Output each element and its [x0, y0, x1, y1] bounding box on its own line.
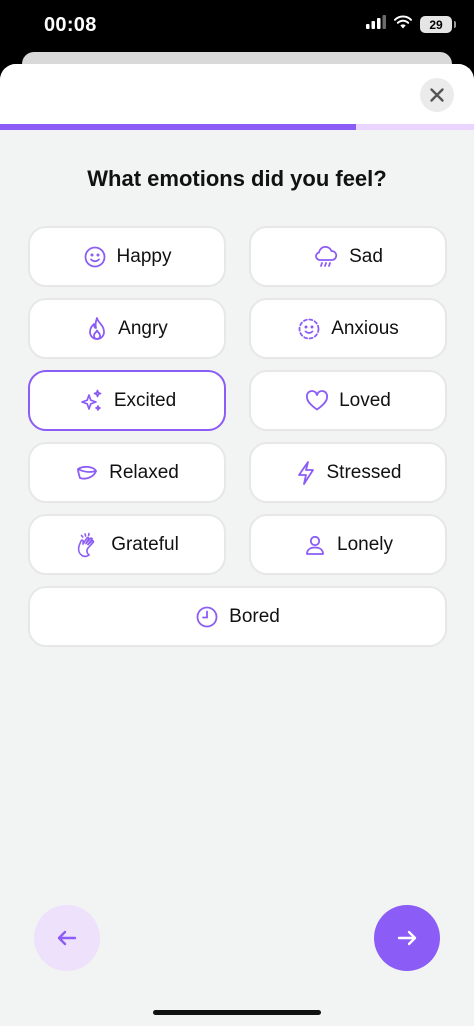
status-time: 00:08 [44, 14, 97, 36]
option-relaxed[interactable]: Relaxed [28, 442, 226, 503]
dashed-smile-icon [298, 318, 320, 339]
option-lonely[interactable]: Lonely [249, 514, 447, 575]
option-excited[interactable]: Excited [28, 370, 226, 431]
status-icons: 29 [366, 15, 456, 34]
option-label: Lonely [337, 533, 393, 555]
option-label: Happy [116, 245, 172, 267]
user-icon [306, 535, 324, 555]
option-label: Stressed [326, 461, 402, 483]
option-bored[interactable]: Bored [28, 586, 447, 647]
option-label: Loved [339, 389, 391, 411]
option-label: Bored [229, 605, 280, 627]
back-button[interactable] [34, 905, 100, 971]
status-bar: 00:08 29 [0, 0, 474, 52]
close-icon [430, 88, 444, 102]
battery-icon: 29 [420, 16, 456, 33]
option-angry[interactable]: Angry [28, 298, 226, 359]
option-stressed[interactable]: Stressed [249, 442, 447, 503]
smile-icon [84, 246, 105, 267]
option-happy[interactable]: Happy [28, 226, 226, 287]
option-grateful[interactable]: Grateful [28, 514, 226, 575]
home-indicator [153, 1010, 321, 1015]
option-label: Relaxed [109, 461, 179, 483]
emotion-sheet: What emotions did you feel? Happy Sad An… [0, 64, 474, 1026]
arrow-left-icon [57, 930, 77, 946]
rain-cloud-icon [315, 245, 338, 267]
option-label: Anxious [331, 317, 399, 339]
next-button[interactable] [374, 905, 440, 971]
close-button[interactable] [420, 78, 454, 112]
emotion-options: Happy Sad Angry Anxious Excited Loved Re… [28, 226, 447, 647]
option-label: Excited [113, 389, 177, 411]
option-anxious[interactable]: Anxious [249, 298, 447, 359]
arrow-right-icon [397, 930, 417, 946]
option-label: Grateful [111, 533, 179, 555]
option-label: Sad [349, 245, 383, 267]
progress-bar [0, 124, 474, 130]
flame-icon [89, 316, 106, 340]
option-loved[interactable]: Loved [249, 370, 447, 431]
option-sad[interactable]: Sad [249, 226, 447, 287]
clock-icon [196, 606, 218, 627]
sheet-header [0, 64, 474, 124]
sparkles-icon [80, 389, 102, 411]
option-label: Angry [118, 317, 168, 339]
leaf-icon [77, 465, 98, 479]
heart-icon [306, 389, 329, 410]
question-title: What emotions did you feel? [87, 166, 387, 191]
progress-fill [0, 124, 356, 130]
lightning-icon [297, 460, 314, 485]
signal-icon [366, 15, 386, 34]
wifi-icon [394, 15, 412, 34]
battery-level: 29 [429, 17, 443, 32]
clapping-hands-icon [78, 532, 95, 557]
